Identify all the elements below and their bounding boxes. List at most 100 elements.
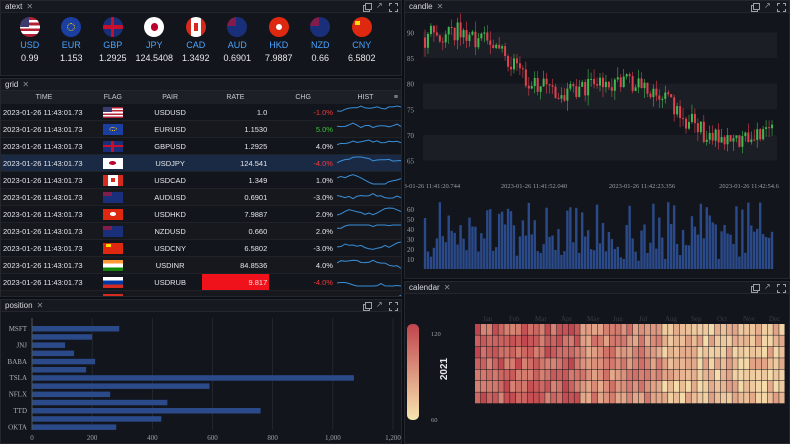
calendar-day-cell [480,369,487,381]
calendar-day-cell [527,369,533,381]
calendar-day-cell [603,369,610,381]
table-row[interactable]: 2023-01-26 11:43:01.73 EURUSD 1.1530 5.0… [1,120,401,138]
table-row[interactable]: 2023-01-26 11:43:01.73 USDINR 84.8536 4.… [1,256,401,274]
calendar-day-cell [580,324,586,335]
candle-body [613,79,616,91]
external-link-icon[interactable] [764,1,772,11]
external-link-icon[interactable] [764,282,772,292]
close-icon[interactable]: ✕ [22,80,29,89]
calendar-day-cell [574,381,580,392]
calendar-day-cell [521,381,528,392]
external-link-icon[interactable] [376,300,384,310]
col-time[interactable]: TIME [1,91,87,104]
volume-bar [432,247,436,269]
calendar-day-cell [586,346,592,358]
calendar-day-cell [738,346,744,358]
currency-item[interactable]: JPY 124.5408 [134,17,176,63]
col-pair[interactable]: PAIR [138,91,202,104]
month-label: Mar [535,315,547,323]
currency-item[interactable]: GBP 1.2925 [92,17,134,63]
sparkline [336,174,401,185]
maximize-icon[interactable] [389,301,398,311]
rate-cell: 1.2925 [201,137,270,155]
close-icon[interactable]: ✕ [444,283,451,292]
calendar-day-cell [773,392,779,404]
popout-icon[interactable] [363,2,372,12]
time-cell: 2023-01-26 11:43:01.73 [1,290,87,296]
candle-body [536,77,539,92]
popout-icon[interactable] [363,301,372,311]
calendar-day-cell [504,392,510,404]
table-row[interactable]: 2023-01-26 11:43:01.73 USDHKD 7.9887 2.0… [1,205,401,223]
volume-bar [483,238,486,269]
chg-cell: 2.0% [269,222,337,240]
currency-item[interactable]: USD 0.99 [9,17,51,63]
currency-item[interactable]: CAD 1.3492 [175,17,217,63]
external-link-icon[interactable] [376,1,384,11]
time-cell: 2023-01-26 11:43:01.73 [1,256,87,274]
grid-title: grid [5,80,19,89]
candle-body [714,129,717,141]
table-row[interactable]: 2023-01-26 11:43:01.73 USDRUB 9.817 -4.0… [1,273,401,291]
maximize-icon[interactable] [777,2,786,12]
close-icon[interactable]: ✕ [26,2,33,11]
table-row[interactable]: 2023-01-26 11:43:01.73 USDUSD 1.0 -1.0% [1,104,401,121]
sparkline-path [336,282,401,287]
calendar-day-cell [510,358,516,370]
close-icon[interactable]: ✕ [437,2,444,11]
table-row[interactable]: 2023-01-26 11:43:01.73 USDJPY 124.541 -4… [1,154,401,172]
calendar-day-cell [492,358,498,370]
calendar-day-cell [486,392,493,404]
maximize-icon[interactable] [777,283,786,293]
candle-body [679,106,682,119]
calendar-day-cell [475,358,481,370]
calendar-day-cell [568,381,574,392]
currency-item[interactable]: NZD 0.66 [300,17,342,63]
col-hist[interactable]: HIST ≡ [336,91,401,104]
table-row[interactable]: 2023-01-26 11:43:01.73 USDCNY 6.5802 -3.… [1,239,401,257]
calendar-day-cell [691,335,697,347]
candle-body [426,33,429,48]
x-tick-label: 2023-01-26 11:42:54.6 [719,183,779,190]
candle-body [670,94,673,98]
col-flag[interactable]: FLAG [86,91,139,104]
candle-body [441,41,444,43]
close-icon[interactable]: ✕ [37,301,44,310]
table-row[interactable]: 2023-01-26 11:43:01.73 NZDUSD 0.660 2.0% [1,222,401,240]
candle-body [723,137,726,145]
popout-icon[interactable] [751,283,760,293]
candle-body [533,77,536,87]
hist-cell [336,104,401,121]
calendar-day-cell [755,335,762,347]
table-row[interactable]: 2023-01-26 11:43:01.73 GBPUSD 1.2925 4.0… [1,137,401,155]
popout-icon[interactable] [751,2,760,12]
currency-item[interactable]: CNY 6.5802 [341,17,383,63]
calendar-day-cell [597,335,604,347]
calendar-day-cell [475,335,481,347]
col-chg[interactable]: CHG [269,91,337,104]
calendar-day-cell [586,369,592,381]
volume-bar [447,215,450,269]
table-row[interactable]: 2023-01-26 11:43:01.73 USDCAD 1.349 1.0% [1,171,401,189]
volume-bar [500,211,504,269]
position-bar [32,375,354,381]
volume-bar [474,226,477,269]
volume-y-tick-label: 10 [407,256,415,264]
volume-bar [524,235,528,269]
currency-item[interactable]: AUD 0.6901 [217,17,259,63]
volume-y-tick-label: 50 [407,216,415,224]
volume-bar [536,251,539,269]
maximize-icon[interactable] [389,2,398,12]
calendar-day-cell [515,381,522,392]
menu-icon[interactable]: ≡ [394,94,398,101]
col-rate[interactable]: RATE [201,91,270,104]
table-row[interactable]: 2023-01-26 11:43:01.73 USDCHF 0.1370 1.0… [1,290,401,296]
candle-title: candle [409,2,433,11]
currency-item[interactable]: EUR 1.153 [51,17,93,63]
calendar-day-cell [662,346,668,358]
candle-body [471,31,474,35]
currency-rate: 1.3492 [181,53,210,63]
volume-bar [465,250,468,269]
table-row[interactable]: 2023-01-26 11:43:01.73 AUDUSD 0.6901 -3.… [1,188,401,206]
currency-item[interactable]: HKD 7.9887 [258,17,300,63]
